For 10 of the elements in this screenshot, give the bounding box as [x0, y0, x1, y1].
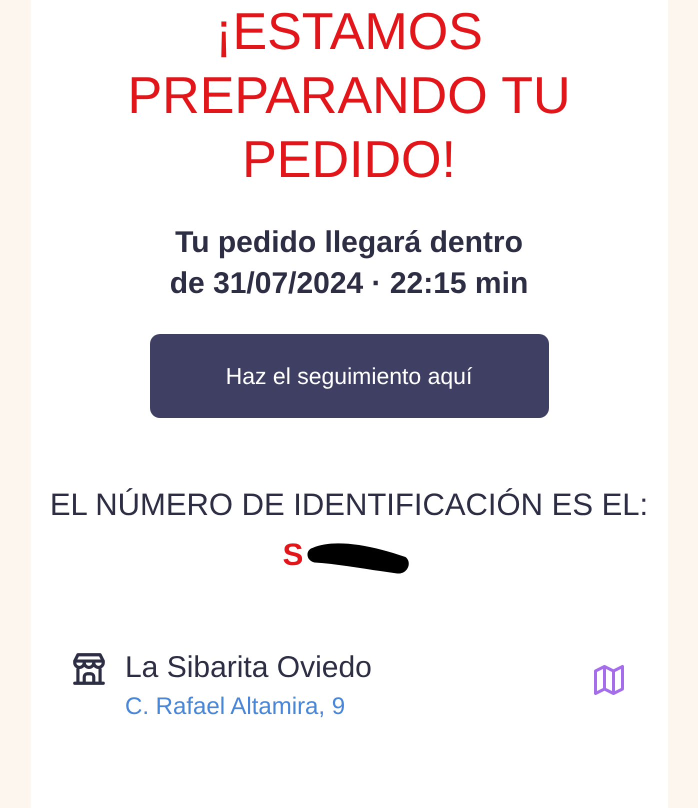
delivery-text: de 31/07/2024 · 22:15 min [170, 266, 528, 302]
delivery-text: Tu pedido llegará dentro [175, 225, 523, 261]
headline: PEDIDO! [242, 130, 456, 191]
store-name: La Sibarita Oviedo [125, 650, 373, 686]
headline: ¡ESTAMOS [215, 2, 483, 63]
tracking-button[interactable]: Haz el seguimiento aquí [150, 334, 548, 418]
headline: PREPARANDO TU [127, 66, 571, 127]
identification-number: S [282, 537, 304, 572]
identification-label: EL NÚMERO DE IDENTIFICACIÓN ES EL: [50, 487, 648, 522]
store-address[interactable]: C. Rafael Altamira, 9 [125, 692, 577, 722]
